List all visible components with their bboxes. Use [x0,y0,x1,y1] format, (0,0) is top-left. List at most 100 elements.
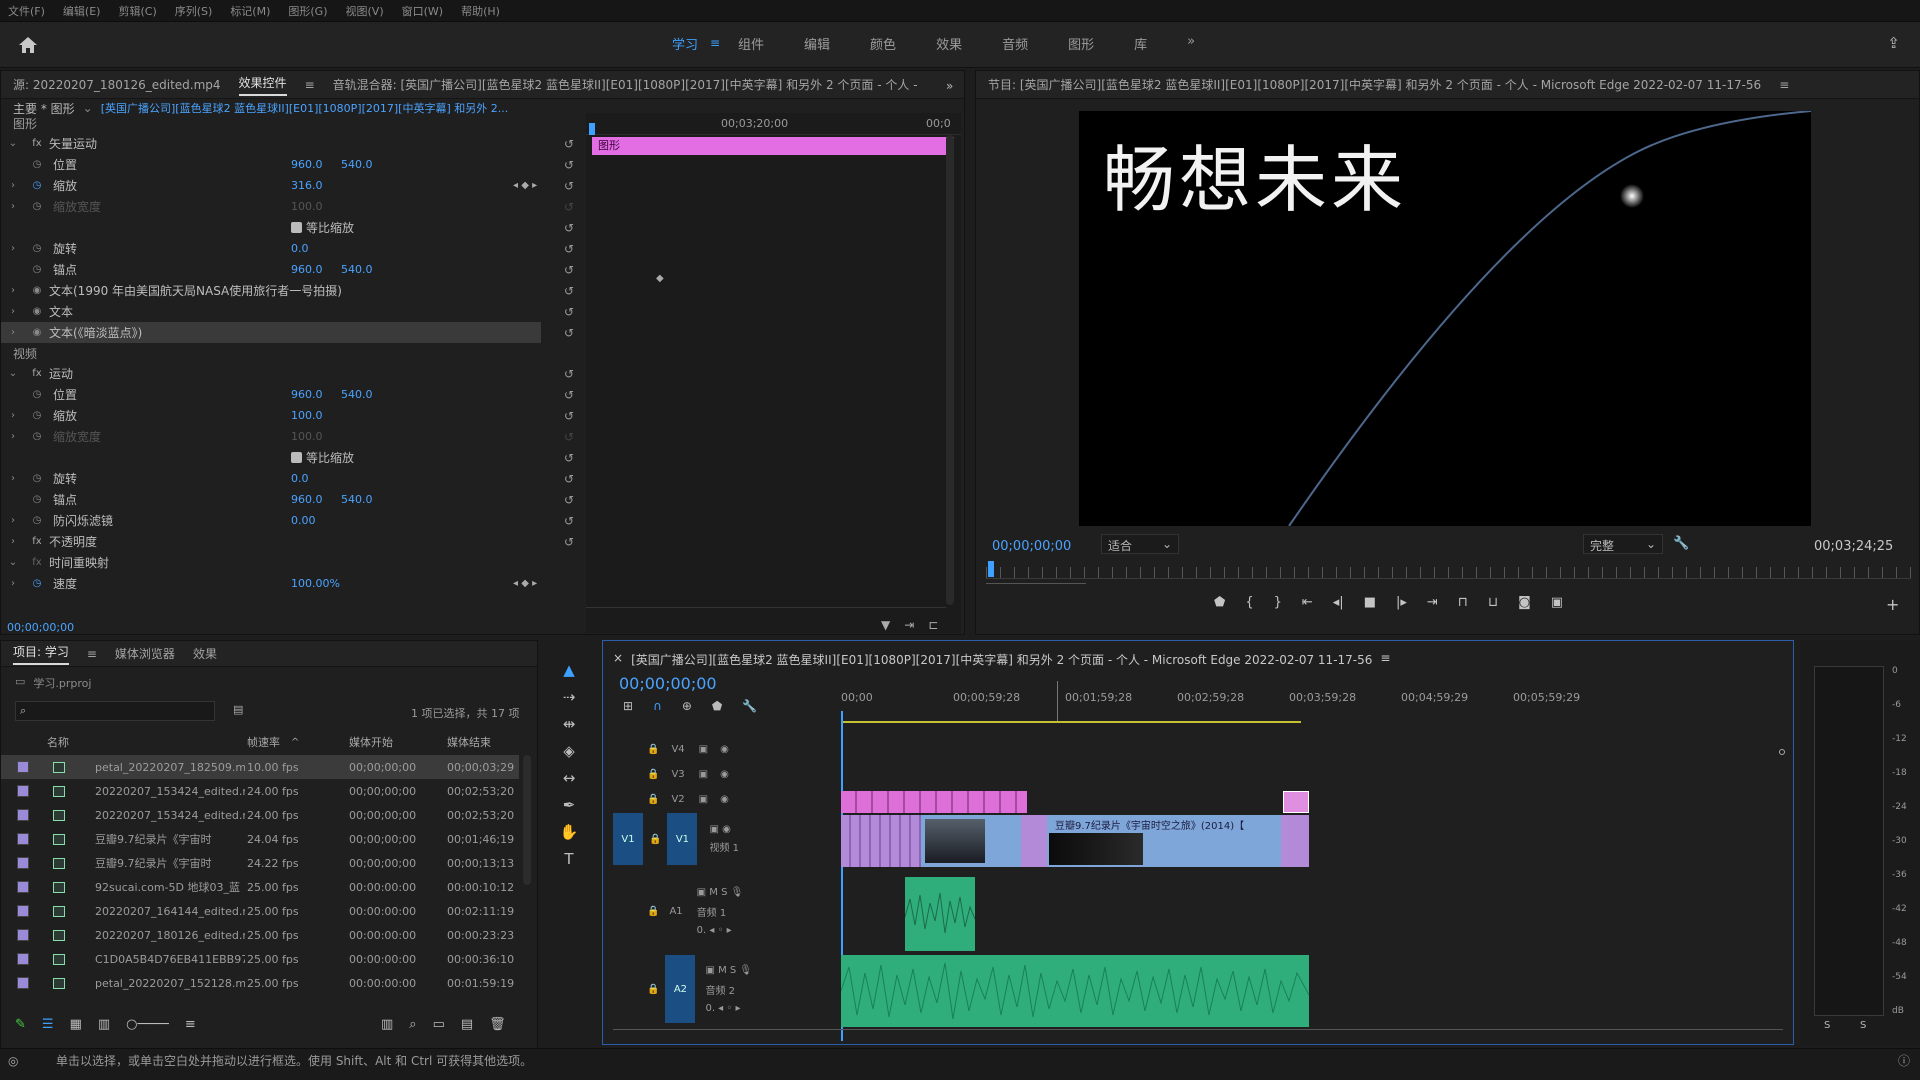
label-color-swatch[interactable] [17,977,29,989]
anchor-y-value[interactable]: 540.0 [341,263,373,276]
project-scrollbar[interactable] [523,755,531,885]
add-marker-icon[interactable]: ⬟ [712,699,722,713]
column-media-start[interactable]: 媒体开始 [349,734,393,750]
label-color-swatch[interactable] [17,953,29,965]
panel-menu-icon[interactable]: ≡ [305,78,315,92]
stopwatch-icon[interactable]: ◷ [25,264,49,275]
tab-media-browser[interactable]: 媒体浏览器 [115,645,175,662]
go-to-in-icon[interactable]: ⇤ [1302,595,1313,610]
eye-icon[interactable]: ◉ [720,794,729,805]
program-timecode[interactable]: 00;00;00;00 [992,539,1071,554]
hand-tool-icon[interactable]: ✋ [557,820,581,844]
panel-overflow-icon[interactable]: » [946,79,953,93]
tab-learning[interactable]: 学习 [672,34,698,53]
automate-icon[interactable]: ▥ [381,1017,393,1032]
panel-menu-icon[interactable]: ≡ [87,647,97,661]
project-row[interactable]: 豆瓣9.7纪录片《宇宙时 24.22 fps 00;00;00;00 00;00;13… [1,851,519,875]
fit-dropdown[interactable]: 适合 ⌄ [1101,534,1179,554]
track-target-v1[interactable]: V1 [667,813,698,865]
zoom-scrollbar[interactable] [986,583,1086,584]
video-clip-purple[interactable] [841,815,921,867]
reset-icon[interactable]: ↺ [564,263,574,277]
stopwatch-icon[interactable]: ◷ [25,159,49,170]
chevron-right-icon[interactable]: › [1,180,25,191]
wrench-icon[interactable]: 🔧 [742,699,757,713]
keyframe-nav-icon[interactable]: ◂ ◆ ▸ [513,578,537,589]
stopwatch-icon[interactable]: ◷ [25,473,49,484]
reset-icon[interactable]: ↺ [564,493,574,507]
linked-selection-icon[interactable]: ⊕ [682,699,692,713]
column-media-end[interactable]: 媒体结束 [447,734,491,750]
solo-right-button[interactable]: S [1860,1020,1866,1031]
reset-icon[interactable]: ↺ [564,388,574,402]
list-view-icon[interactable]: ☰ [42,1017,54,1032]
menu-edit[interactable]: 编辑(E) [63,3,101,19]
effect-current-time[interactable]: 00;00;00;00 [7,621,74,634]
motion-anchor-y-value[interactable]: 540.0 [341,493,373,506]
reset-icon[interactable]: ↺ [564,137,574,151]
project-row[interactable]: 20220207_180126_edited.m 25.00 fps 00:00:0… [1,923,519,947]
trash-icon[interactable]: 🗑 [489,1017,506,1032]
eye-icon[interactable]: ◉ [722,824,731,835]
quality-dropdown[interactable]: 完整 ⌄ [1583,534,1663,554]
menu-window[interactable]: 窗口(W) [402,3,443,19]
sequence-tab[interactable]: [英国广播公司][蓝色星球2 蓝色星球II][E01][1080P][2017]… [631,651,1372,668]
film-icon[interactable]: ▣ [705,965,714,976]
lock-icon[interactable]: 🔒 [647,984,659,995]
label-color-swatch[interactable] [17,881,29,893]
speed-value[interactable]: 100.00% [291,577,340,590]
tab-editing[interactable]: 编辑 [804,34,830,53]
menu-help[interactable]: 帮助(H) [461,3,500,19]
work-area-bar[interactable] [841,721,1301,723]
reset-icon[interactable]: ↺ [564,305,574,319]
mark-out-icon[interactable]: } [1274,595,1282,610]
lock-icon[interactable]: 🔒 [649,834,661,845]
anchor-x-value[interactable]: 960.0 [291,263,323,276]
effect-opacity[interactable]: › fx 不透明度 ↺ [1,531,581,552]
solo-left-button[interactable]: S [1824,1020,1830,1031]
playhead-icon[interactable] [589,123,595,135]
lock-icon[interactable]: 🔒 [647,794,659,805]
project-row[interactable]: 20220207_153424_edited.m 24.00 fps 00;00;0… [1,779,519,803]
effect-timeline-ruler[interactable]: 00;03;20;00 00;0 [586,113,961,135]
layer-text-2[interactable]: › ◉ 文本 ↺ [1,301,581,322]
stop-icon[interactable]: ■ [1364,595,1376,610]
label-color-swatch[interactable] [17,809,29,821]
audio-clip-a2[interactable] [840,955,1310,1027]
track-select-tool-icon[interactable]: ⇢ [557,685,581,709]
tab-audio[interactable]: 音频 [1002,34,1028,53]
tab-audio-mixer[interactable]: 音轨混合器: [英国广播公司][蓝色星球2 蓝色星球II][E01][1080P… [333,76,918,93]
tab-effect-controls[interactable]: 效果控件 [238,74,287,96]
film-icon[interactable]: ▣ [709,824,718,835]
zoom-slider[interactable]: ○──── [126,1017,169,1032]
eye-icon[interactable]: ◉ [720,769,729,780]
reset-icon[interactable]: ↺ [564,326,574,340]
tab-color[interactable]: 颜色 [870,34,896,53]
chevron-down-icon[interactable]: ⌄ [1,138,25,149]
step-back-icon[interactable]: ◂| [1333,595,1344,610]
program-ruler[interactable] [986,567,1911,579]
stopwatch-icon[interactable]: ◷ [25,410,49,421]
chevron-right-icon[interactable]: › [1,515,25,526]
video-clip-purple[interactable] [1021,815,1047,867]
effect-vector-motion[interactable]: ⌄ fx 矢量运动 ↺ [1,133,581,154]
new-bin-icon[interactable]: ▤ [233,703,243,716]
reset-icon[interactable]: ↺ [564,242,574,256]
export-icon[interactable]: ⇥ [904,618,914,632]
lock-icon[interactable]: 🔒 [647,744,659,755]
reset-icon[interactable]: ↺ [564,514,574,528]
menu-file[interactable]: 文件(F) [8,3,45,19]
info-icon[interactable]: ⓘ [1898,1049,1910,1073]
fx-icon[interactable]: fx [25,368,49,379]
project-row[interactable]: 豆瓣9.7纪录片《宇宙时 24.04 fps 00;00;00;00 00;01;46… [1,827,519,851]
track-target-a2[interactable]: A2 [665,955,696,1023]
close-icon[interactable]: × [613,651,623,668]
stopwatch-icon[interactable]: ◷ [25,494,49,505]
stopwatch-icon[interactable]: ◷ [25,180,49,191]
project-row[interactable]: petal_20220207_182509.m 10.00 fps 00;00;00… [1,755,519,779]
timeline-horizontal-scrollbar[interactable] [613,1029,1783,1030]
project-row[interactable]: C1D0A5B4D76EB411EBB97 25.00 fps 00:00:00:0… [1,947,519,971]
program-video-frame[interactable]: 畅想未来 [1079,111,1811,526]
tab-source[interactable]: 源: 20220207_180126_edited.mp4 [13,76,221,93]
motion-scale-value[interactable]: 100.0 [291,409,323,422]
